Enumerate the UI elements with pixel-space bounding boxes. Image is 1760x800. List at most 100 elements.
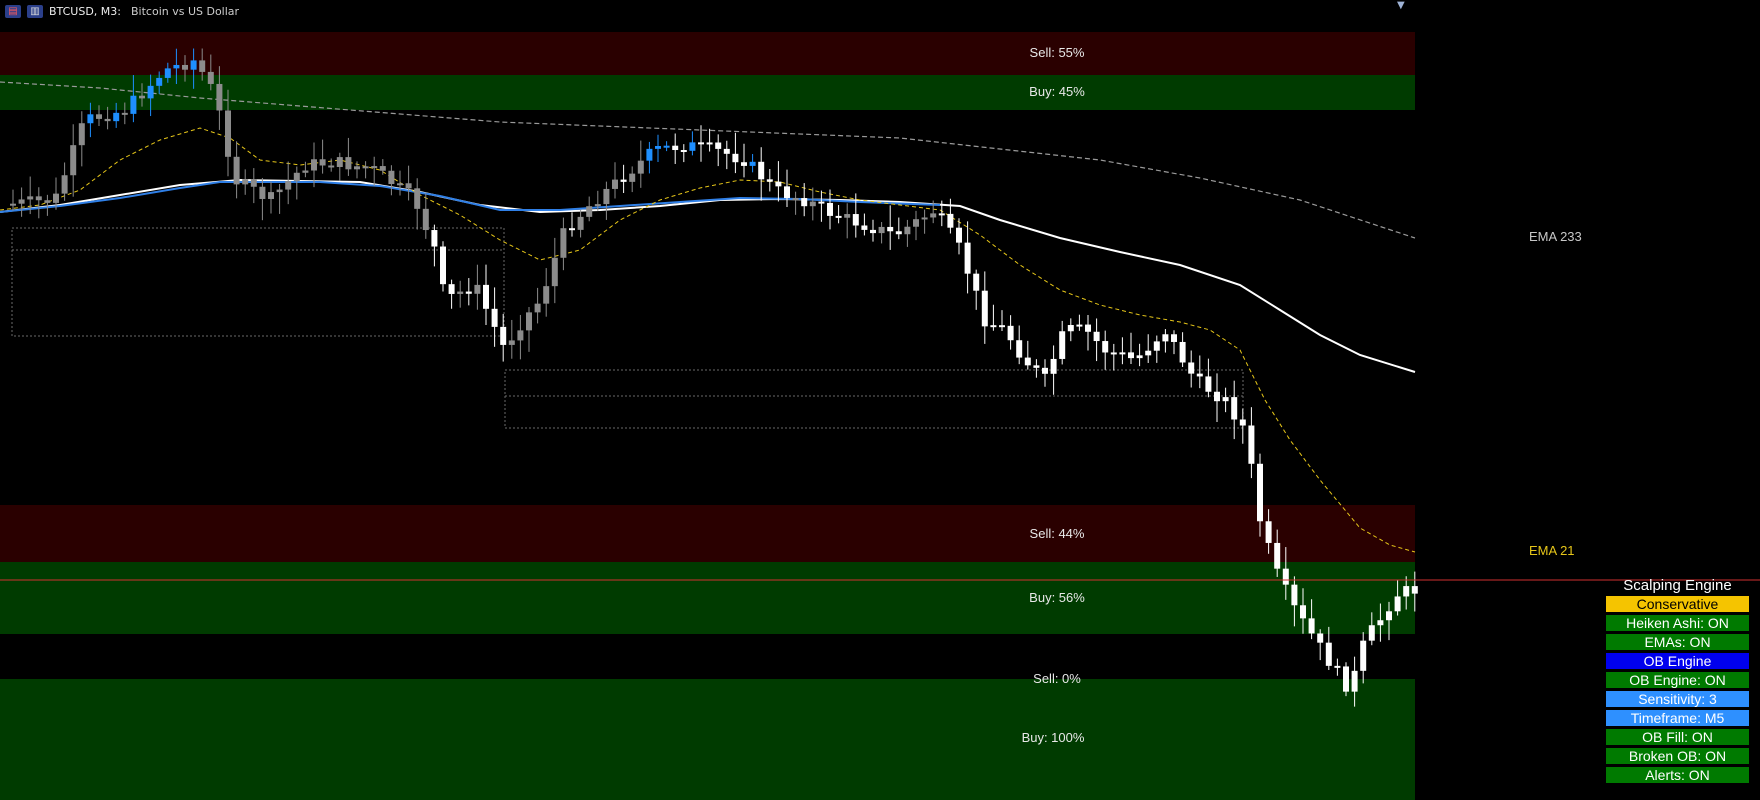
candle-body (758, 161, 765, 180)
candle (1007, 315, 1014, 350)
zone-1-sell-label: Sell: 55% (1029, 45, 1085, 60)
candle (1119, 337, 1126, 365)
candle (1110, 343, 1117, 371)
candle-body (508, 340, 515, 345)
candle (913, 210, 919, 241)
indicator-list-icon[interactable]: ▥ (27, 4, 43, 18)
candle-body (964, 242, 971, 274)
panel-row-ob-fill-on[interactable]: OB Fill: ON (1606, 729, 1749, 745)
candle (818, 190, 825, 222)
candle (844, 203, 851, 239)
panel-row-emas-on[interactable]: EMAs: ON (1606, 634, 1749, 650)
candle-body (741, 162, 747, 166)
candle-body (569, 228, 575, 231)
candle-body (1205, 376, 1212, 392)
candle-body (672, 145, 679, 151)
candle-body (586, 206, 593, 217)
candle-body (1093, 331, 1100, 342)
candle-body (27, 196, 34, 200)
candle-body (147, 85, 154, 99)
candle (895, 217, 902, 240)
price-chart[interactable] (0, 0, 1760, 800)
panel-row-heiken-ashi-on[interactable]: Heiken Ashi: ON (1606, 615, 1749, 631)
candle-body (319, 159, 326, 166)
candle (483, 264, 489, 326)
candle (414, 178, 421, 230)
candle (784, 169, 790, 208)
candle-body (801, 198, 808, 207)
candle (250, 168, 257, 204)
candle-body (835, 215, 842, 218)
candle-body (861, 225, 868, 230)
candle (887, 205, 894, 250)
candle-body (354, 166, 360, 170)
panel-row-alerts-on[interactable]: Alerts: ON (1606, 767, 1749, 783)
candle-body (225, 110, 231, 157)
candle-body (139, 95, 145, 99)
panel-row-timeframe-m5[interactable]: Timeframe: M5 (1606, 710, 1749, 726)
candle-body (637, 160, 644, 174)
candle-body (543, 286, 550, 304)
candle (723, 140, 730, 170)
candle-body (1308, 618, 1315, 634)
panel-row-sensitivity-3[interactable]: Sensitivity: 3 (1606, 691, 1749, 707)
panel-row-conservative[interactable]: Conservative (1606, 596, 1749, 612)
candle (560, 217, 567, 271)
candle-body (1394, 596, 1401, 612)
candle-body (10, 203, 16, 206)
candle-body (766, 179, 773, 182)
candle (465, 278, 472, 306)
candle (1050, 345, 1057, 395)
candle (474, 264, 481, 310)
candle (328, 158, 335, 172)
candle-body (775, 181, 782, 187)
candle (878, 222, 885, 244)
candle (646, 141, 653, 174)
candle-body (663, 145, 670, 148)
candle-body (947, 213, 954, 228)
candle-body (956, 227, 962, 243)
candle (371, 156, 378, 187)
candle (732, 132, 739, 174)
candle-body (388, 170, 395, 185)
candle (603, 181, 610, 220)
symbol-description: Bitcoin vs US Dollar (131, 4, 240, 18)
candle-body (715, 142, 722, 149)
candle (1343, 662, 1349, 697)
candle-body (620, 179, 627, 182)
candle (672, 133, 679, 164)
candle-body (689, 142, 696, 151)
chart-type-icon[interactable]: ▤ (5, 4, 21, 18)
candle-body (878, 226, 885, 234)
candle-body (379, 166, 386, 171)
candle-body (371, 166, 378, 169)
candle (663, 141, 670, 152)
candle (1188, 350, 1195, 388)
panel-row-ob-engine[interactable]: OB Engine (1606, 653, 1749, 669)
candle (1042, 359, 1048, 387)
candle (973, 269, 980, 310)
candle (1317, 629, 1324, 661)
candle (1136, 343, 1143, 367)
candle-body (397, 183, 403, 186)
panel-row-ob-engine-on[interactable]: OB Engine: ON (1606, 672, 1749, 688)
candle (689, 131, 696, 156)
candle-body (1343, 666, 1349, 692)
candle (534, 287, 541, 324)
zone-3-sell-label: Sell: 0% (1033, 671, 1081, 686)
candle-body (1179, 341, 1186, 363)
candle (1085, 314, 1091, 351)
candle (1334, 658, 1341, 676)
candle-body (500, 326, 507, 345)
symbol-label: BTCUSD, M3: (49, 4, 121, 18)
candle-body (526, 312, 532, 331)
candle-body (646, 148, 653, 161)
candle (999, 310, 1005, 331)
candle (809, 187, 816, 221)
panel-row-broken-ob-on[interactable]: Broken OB: ON (1606, 748, 1749, 764)
candle-body (706, 142, 713, 145)
candle (1016, 325, 1023, 365)
candle-body (551, 257, 558, 287)
candle-body (1076, 324, 1083, 327)
candle-body (233, 156, 240, 185)
